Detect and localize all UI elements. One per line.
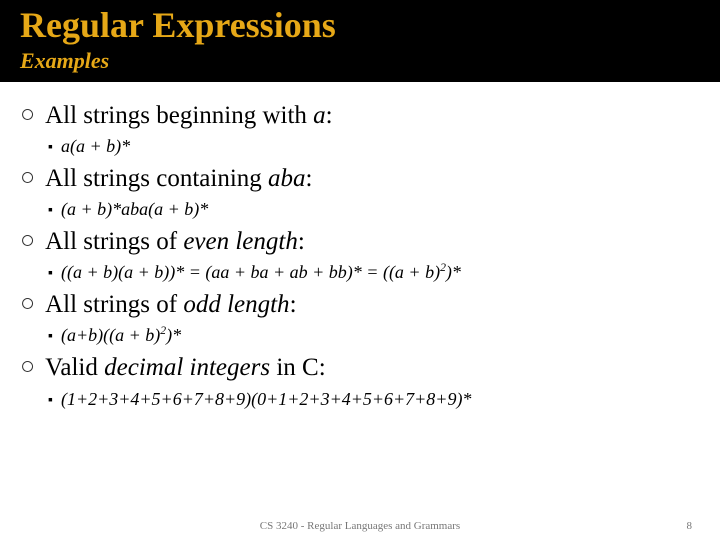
sub-bullet-text: (1+2+3+4+5+6+7+8+9)(0+1+2+3+4+5+6+7+8+9)…	[61, 389, 471, 409]
bullet-text-pre: All strings of	[45, 228, 183, 255]
bullet-text-post: :	[326, 102, 333, 129]
sub-bullet-text: (a + b)*aba(a + b)*	[61, 199, 208, 219]
sub-bullet-text: (a+b)((a + b)2)*	[61, 325, 181, 345]
slide-header: Regular Expressions Examples	[0, 0, 720, 82]
square-bullet-icon: ▪	[48, 200, 53, 219]
bullet-item: ○ Valid decimal integers in C:	[20, 350, 700, 385]
square-bullet-icon: ▪	[48, 390, 53, 409]
sub-bullet-text: ((a + b)(a + b))* = (aa + ba + ab + bb)*…	[61, 262, 461, 282]
bullet-text-em: decimal integers	[104, 354, 270, 381]
page-number: 8	[687, 520, 693, 532]
sub-bullet-text: a(a + b)*	[61, 136, 130, 156]
sub-bullet-item: ▪ (a+b)((a + b)2)*	[48, 323, 700, 347]
slide-body: ○ All strings beginning with a: ▪ a(a + b)…	[0, 82, 720, 411]
sub-bullet-item: ▪ ((a + b)(a + b))* = (aa + ba + ab + bb)…	[48, 260, 700, 284]
bullet-text-pre: All strings of	[45, 291, 183, 318]
bullet-text-post: :	[290, 291, 297, 318]
bullet-text-pre: All strings beginning with	[45, 102, 313, 129]
footer-text: CS 3240 - Regular Languages and Grammars	[260, 520, 460, 532]
bullet-text-post: :	[306, 165, 313, 192]
circle-bullet-icon: ○	[20, 287, 35, 321]
bullet-text-pre: Valid	[45, 354, 104, 381]
bullet-text-post: :	[298, 228, 305, 255]
sub-bullet-item: ▪ (a + b)*aba(a + b)*	[48, 197, 700, 221]
slide-title: Regular Expressions	[20, 6, 700, 46]
bullet-item: ○ All strings containing aba:	[20, 161, 700, 196]
circle-bullet-icon: ○	[20, 224, 35, 258]
bullet-text-em: odd length	[183, 291, 289, 318]
circle-bullet-icon: ○	[20, 350, 35, 384]
bullet-text-em: even length	[183, 228, 298, 255]
square-bullet-icon: ▪	[48, 263, 53, 282]
circle-bullet-icon: ○	[20, 161, 35, 195]
bullet-text-pre: All strings containing	[45, 165, 268, 192]
bullet-item: ○ All strings of odd length:	[20, 287, 700, 322]
bullet-text-em: aba	[268, 165, 306, 192]
square-bullet-icon: ▪	[48, 326, 53, 345]
square-bullet-icon: ▪	[48, 137, 53, 156]
sub-bullet-item: ▪ a(a + b)*	[48, 134, 700, 158]
slide-subtitle: Examples	[20, 48, 700, 74]
bullet-text-post: in C:	[270, 354, 326, 381]
bullet-item: ○ All strings of even length:	[20, 224, 700, 259]
bullet-text-em: a	[313, 102, 326, 129]
bullet-item: ○ All strings beginning with a:	[20, 98, 700, 133]
circle-bullet-icon: ○	[20, 98, 35, 132]
sub-bullet-item: ▪ (1+2+3+4+5+6+7+8+9)(0+1+2+3+4+5+6+7+8+9…	[48, 387, 700, 411]
